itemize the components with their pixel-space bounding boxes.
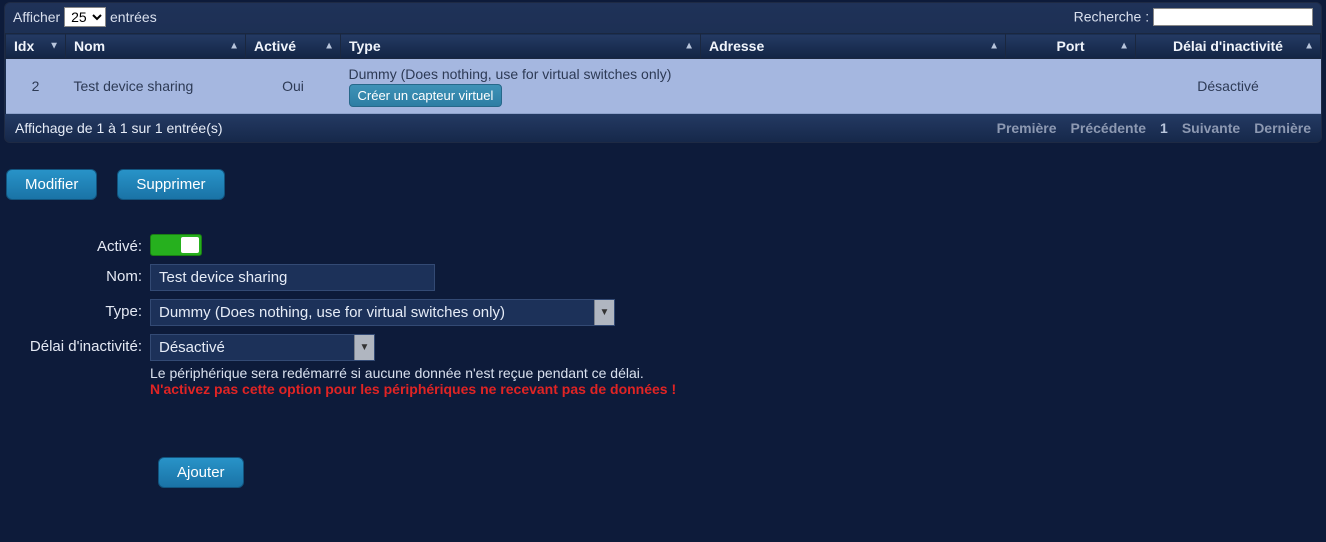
cell-delai: Désactivé <box>1136 59 1321 114</box>
search-label: Recherche : <box>1074 9 1149 25</box>
length-suffix: entrées <box>110 9 157 25</box>
delai-hint: Le périphérique sera redémarré si aucune… <box>150 365 676 381</box>
col-idx[interactable]: Idx ▼ <box>6 34 66 59</box>
row-actions: Modifier Supprimer <box>6 169 1326 200</box>
cell-nom: Test device sharing <box>66 59 246 114</box>
pager-next[interactable]: Suivante <box>1182 120 1240 136</box>
sort-icon: ▲ <box>1119 41 1129 52</box>
cell-port <box>1006 59 1136 114</box>
cell-type: Dummy (Does nothing, use for virtual swi… <box>341 59 701 114</box>
pager-page-1[interactable]: 1 <box>1160 120 1168 136</box>
sort-icon: ▲ <box>1304 41 1314 52</box>
cell-idx: 2 <box>6 59 66 114</box>
pager-prev[interactable]: Précédente <box>1071 120 1146 136</box>
nom-input[interactable] <box>150 264 435 291</box>
table-row[interactable]: 2 Test device sharing Oui Dummy (Does no… <box>6 59 1321 114</box>
col-type[interactable]: Type ▲ <box>341 34 701 59</box>
delai-label: Délai d'inactivité: <box>0 334 150 355</box>
nom-label: Nom: <box>0 264 150 285</box>
table-panel: Afficher 25 entrées Recherche : Idx ▼ <box>4 2 1322 143</box>
sort-icon: ▲ <box>989 41 999 52</box>
col-port[interactable]: Port ▲ <box>1006 34 1136 59</box>
page-length-select[interactable]: 25 <box>64 7 106 27</box>
cell-active: Oui <box>246 59 341 114</box>
sort-desc-icon: ▼ <box>49 41 59 52</box>
active-toggle[interactable] <box>150 234 202 256</box>
add-button[interactable]: Ajouter <box>158 457 244 488</box>
col-nom[interactable]: Nom ▲ <box>66 34 246 59</box>
search-box: Recherche : <box>1074 8 1313 26</box>
sort-icon: ▲ <box>324 41 334 52</box>
sort-icon: ▲ <box>684 41 694 52</box>
active-label: Activé: <box>0 234 150 255</box>
pager-first[interactable]: Première <box>997 120 1057 136</box>
devices-table: Idx ▼ Nom ▲ Activé ▲ Type ▲ Adresse ▲ <box>5 33 1321 114</box>
col-adresse[interactable]: Adresse ▲ <box>701 34 1006 59</box>
type-select[interactable]: Dummy (Does nothing, use for virtual swi… <box>150 299 615 326</box>
page-length: Afficher 25 entrées <box>13 7 157 27</box>
col-delai[interactable]: Délai d'inactivité ▲ <box>1136 34 1321 59</box>
delai-select[interactable]: Désactivé <box>150 334 375 361</box>
edit-form: Activé: Nom: Type: Dummy (Does nothing, … <box>0 234 1326 488</box>
sort-icon: ▲ <box>229 41 239 52</box>
modify-button[interactable]: Modifier <box>6 169 97 200</box>
delai-warning: N'activez pas cette option pour les péri… <box>150 381 676 397</box>
toggle-knob <box>181 237 199 253</box>
type-label: Type: <box>0 299 150 320</box>
length-prefix: Afficher <box>13 9 60 25</box>
search-input[interactable] <box>1153 8 1313 26</box>
cell-adresse <box>701 59 1006 114</box>
create-virtual-sensor-button[interactable]: Créer un capteur virtuel <box>349 84 503 108</box>
pager-last[interactable]: Dernière <box>1254 120 1311 136</box>
table-footer: Affichage de 1 à 1 sur 1 entrée(s) Premi… <box>5 114 1321 142</box>
delete-button[interactable]: Supprimer <box>117 169 224 200</box>
table-info: Affichage de 1 à 1 sur 1 entrée(s) <box>15 120 223 136</box>
pager: Première Précédente 1 Suivante Dernière <box>997 120 1311 136</box>
col-active[interactable]: Activé ▲ <box>246 34 341 59</box>
